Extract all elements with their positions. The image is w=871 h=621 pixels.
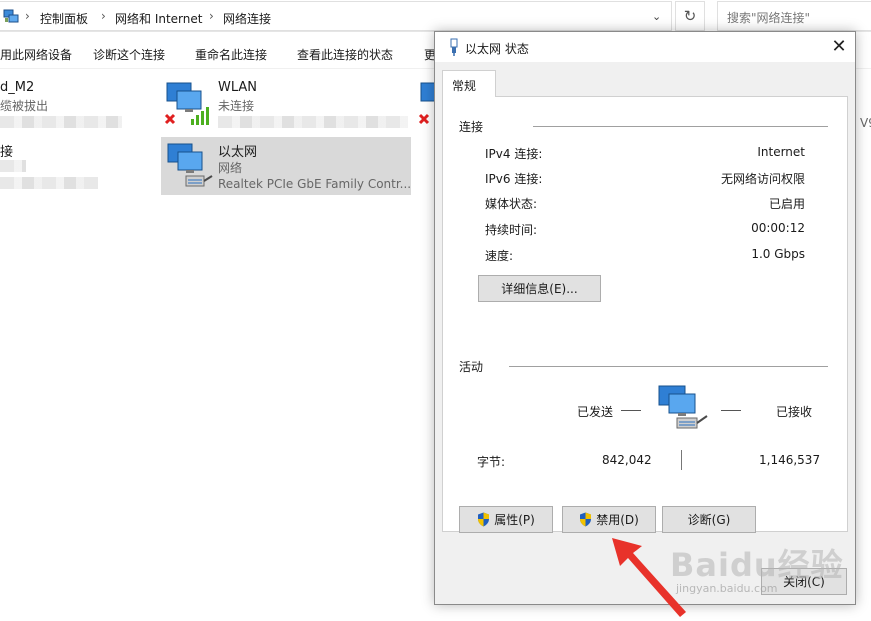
close-button[interactable]: 关闭(C) [761, 568, 847, 595]
duration-value: 00:00:12 [751, 221, 805, 235]
blurred-text [0, 177, 98, 189]
tab-label: 常规 [452, 79, 477, 93]
shield-icon [580, 512, 592, 527]
ethernet-adapter-icon[interactable] [164, 140, 216, 192]
activity-group-label: 活动 [459, 360, 484, 374]
dialog-titlebar[interactable]: 以太网 状态 ✕ [435, 32, 855, 62]
activity-network-icon [658, 385, 708, 429]
duration-label: 持续时间: [485, 223, 538, 237]
blurred-text [0, 160, 26, 172]
search-input[interactable]: 搜索"网络连接" [717, 1, 871, 31]
group-divider [533, 126, 828, 127]
breadcrumb-control-panel[interactable]: 控制面板 [40, 10, 88, 27]
adapter-name[interactable]: 以太网 [218, 141, 257, 160]
refresh-button[interactable]: ↻ [675, 1, 705, 31]
connection-group-label: 连接 [459, 120, 484, 134]
bytes-divider [681, 450, 682, 470]
breadcrumb-network-connections[interactable]: 网络连接 [223, 10, 271, 27]
close-button-label: 关闭(C) [783, 575, 825, 589]
close-icon[interactable]: ✕ [827, 36, 851, 58]
diagnose-connection-command[interactable]: 诊断这个连接 [93, 46, 165, 63]
tab-general[interactable]: 常规 [442, 70, 496, 97]
view-status-command[interactable]: 查看此连接的状态 [297, 46, 393, 63]
adapter-name[interactable]: WLAN [218, 80, 257, 95]
properties-button[interactable]: 属性(P) [459, 506, 553, 533]
ipv6-label: IPv6 连接: [485, 172, 543, 186]
bytes-received-value: 1,146,537 [759, 453, 821, 467]
disable-device-command[interactable]: 用此网络设备 [0, 46, 72, 63]
group-divider [509, 366, 828, 367]
red-arrow-annotation [612, 538, 686, 617]
speed-label: 速度: [485, 249, 514, 263]
media-state-value: 已启用 [768, 197, 805, 211]
network-connections-icon [3, 9, 19, 23]
sent-dash [621, 410, 641, 411]
dialog-title: 以太网 状态 [465, 42, 529, 56]
wlan-adapter-icon[interactable] [163, 79, 215, 129]
blurred-text [218, 116, 408, 128]
search-placeholder: 搜索"网络连接" [727, 11, 811, 25]
received-label: 已接收 [776, 405, 813, 419]
details-button-label: 详细信息(E)... [501, 282, 578, 296]
truncated-adapter-text: V9 [860, 116, 871, 130]
ipv4-value: Internet [757, 145, 805, 159]
address-bar: › 控制面板 › 网络和 Internet › 网络连接 ⌄ ↻ 搜索"网络连接… [0, 0, 871, 32]
received-dash [721, 410, 741, 411]
refresh-icon: ↻ [683, 7, 697, 25]
ethernet-status-dialog: 以太网 状态 ✕ 常规 连接 IPv4 连接: Internet IPv6 连接… [434, 31, 856, 605]
adapter-status: 未连接 [218, 99, 255, 113]
bytes-sent-value: 842,042 [602, 453, 652, 467]
rename-connection-command[interactable]: 重命名此连接 [195, 46, 267, 63]
adapter-status: 缆被拔出 [0, 99, 49, 113]
adapter-name[interactable]: d_M2 [0, 80, 34, 95]
bytes-label: 字节: [477, 455, 506, 469]
ethernet-plug-icon [450, 38, 458, 56]
speed-value: 1.0 Gbps [751, 247, 805, 261]
chevron-right-icon: › [25, 9, 30, 23]
chevron-down-icon[interactable]: ⌄ [652, 10, 661, 23]
adapter-status: 网络 [218, 161, 243, 175]
chevron-right-icon: › [101, 9, 106, 23]
shield-icon [478, 512, 490, 527]
breadcrumb-network-internet[interactable]: 网络和 Internet [115, 10, 202, 27]
adapter-device: Realtek PCIe GbE Family Contr... [218, 177, 412, 191]
ipv6-value: 无网络访问权限 [720, 172, 805, 186]
media-state-label: 媒体状态: [485, 197, 538, 211]
adapter-name[interactable]: 接 [0, 141, 13, 160]
properties-button-label: 属性(P) [494, 513, 535, 527]
chevron-right-icon: › [209, 9, 214, 23]
details-button[interactable]: 详细信息(E)... [478, 275, 601, 302]
blurred-text [0, 116, 122, 128]
ipv4-label: IPv4 连接: [485, 147, 543, 161]
address-box[interactable]: › 控制面板 › 网络和 Internet › 网络连接 ⌄ [0, 1, 672, 31]
sent-label: 已发送 [577, 405, 614, 419]
